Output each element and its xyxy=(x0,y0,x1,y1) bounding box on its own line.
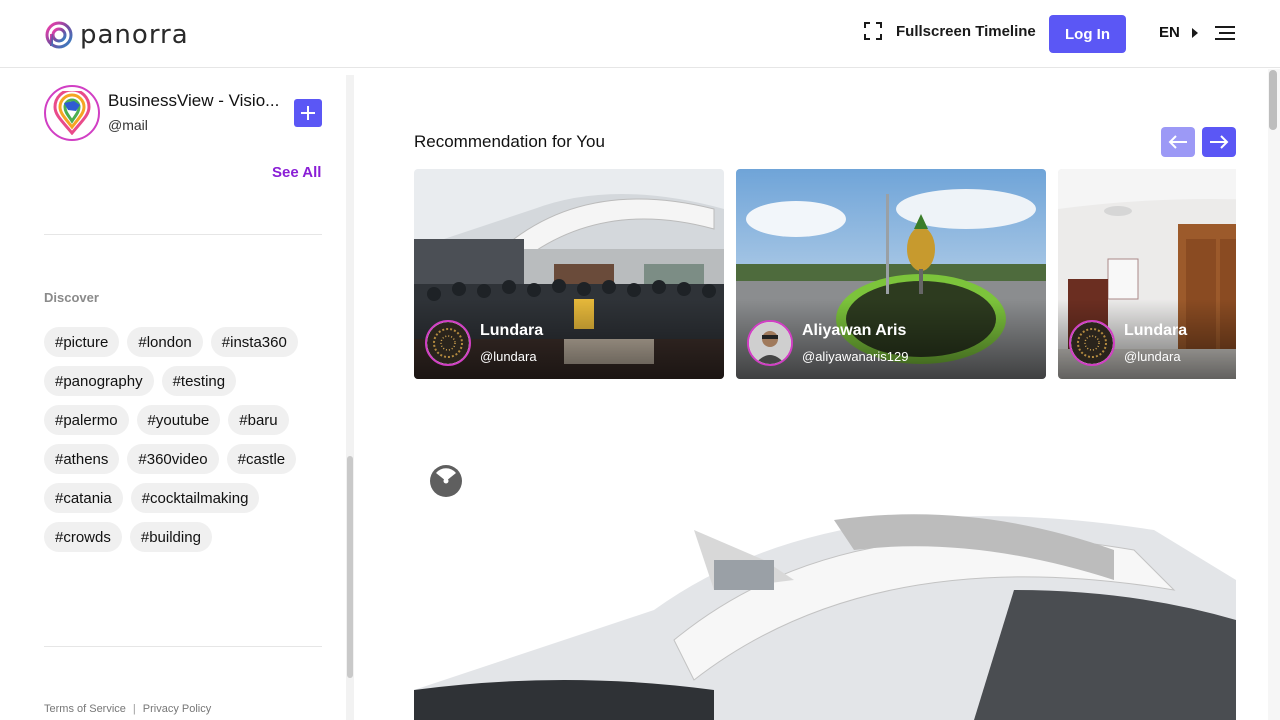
tag-chip[interactable]: #palermo xyxy=(44,405,129,435)
user-avatar xyxy=(425,320,471,366)
fullscreen-timeline-label: Fullscreen Timeline xyxy=(896,22,1036,40)
sidebar-scrollbar-thumb[interactable] xyxy=(347,456,353,678)
account-name: BusinessView - Visio... xyxy=(108,91,280,110)
terms-link[interactable]: Terms of Service xyxy=(44,703,126,715)
user-avatar xyxy=(747,320,793,366)
recommendation-heading: Recommendation for You xyxy=(414,132,605,151)
account-avatar xyxy=(44,85,100,141)
card-user-handle: @aliyawanaris129 xyxy=(802,349,909,364)
see-all-link[interactable]: See All xyxy=(272,164,321,181)
recommendation-card[interactable]: Lundara @lundara xyxy=(1058,169,1236,379)
follow-plus-button[interactable] xyxy=(294,99,322,127)
card-user-handle: @lundara xyxy=(480,349,537,364)
carousel-next-button[interactable] xyxy=(1202,127,1236,157)
tag-chip[interactable]: #london xyxy=(127,327,203,357)
tag-chip[interactable]: #360video xyxy=(127,444,219,474)
panorama-image xyxy=(414,440,1236,720)
tag-chip[interactable]: #testing xyxy=(161,366,237,396)
sidebar-divider xyxy=(44,646,322,647)
avatar-image-icon xyxy=(749,322,791,364)
avatar-image-icon xyxy=(1071,322,1113,364)
avatar-image-icon xyxy=(427,322,469,364)
login-button[interactable]: Log In xyxy=(1049,15,1126,53)
page: panorra Fullscreen Timeline Log In EN Bu… xyxy=(0,0,1280,720)
tag-chip[interactable]: #crowds xyxy=(44,522,122,552)
card-user-handle: @lundara xyxy=(1124,349,1181,364)
arrow-right-icon xyxy=(1210,135,1229,149)
account-item[interactable]: BusinessView - Visio... @mail xyxy=(44,85,290,141)
tag-chip[interactable]: #catania xyxy=(44,483,123,513)
tag-chip[interactable]: #insta360 xyxy=(210,327,298,357)
tag-chip[interactable]: #castle xyxy=(226,444,297,474)
discover-tag-list: #picture #london #insta360 #panography #… xyxy=(44,327,324,552)
footer-separator: | xyxy=(132,703,136,715)
recommendation-carousel: Lundara @lundara Aliyawan Aris @aliyawan… xyxy=(414,169,1236,379)
sidebar-divider xyxy=(44,234,322,235)
tag-chip[interactable]: #athens xyxy=(44,444,120,474)
panorama-viewer[interactable] xyxy=(414,440,1236,720)
card-user-name: Lundara xyxy=(1124,322,1188,339)
tag-chip[interactable]: #baru xyxy=(228,405,289,435)
sidebar-footer: Terms of Service | Privacy Policy xyxy=(44,703,211,715)
tag-chip[interactable]: #cocktailmaking xyxy=(130,483,260,513)
businessview-logo-icon xyxy=(53,91,91,135)
hamburger-menu-icon[interactable] xyxy=(1215,25,1235,41)
privacy-link[interactable]: Privacy Policy xyxy=(143,703,211,715)
language-selector[interactable]: EN xyxy=(1159,24,1198,41)
tag-chip[interactable]: #building xyxy=(129,522,212,552)
account-handle: @mail xyxy=(108,117,148,133)
user-avatar xyxy=(1069,320,1115,366)
language-label: EN xyxy=(1159,24,1180,41)
fullscreen-icon xyxy=(864,22,882,40)
plus-icon xyxy=(301,106,315,120)
recommendation-card[interactable]: Aliyawan Aris @aliyawanaris129 xyxy=(736,169,1046,379)
main-scrollbar[interactable] xyxy=(1268,69,1280,720)
top-header: panorra Fullscreen Timeline Log In EN xyxy=(0,0,1280,68)
discover-heading: Discover xyxy=(44,290,99,305)
carousel-prev-button[interactable] xyxy=(1161,127,1195,157)
card-user-name: Lundara xyxy=(480,322,544,339)
compass-icon[interactable] xyxy=(430,465,462,497)
arrow-left-icon xyxy=(1168,135,1187,149)
tag-chip[interactable]: #panography xyxy=(44,366,154,396)
fullscreen-timeline-button[interactable]: Fullscreen Timeline xyxy=(864,22,1036,40)
caret-right-icon xyxy=(1191,27,1198,38)
main-scrollbar-thumb[interactable] xyxy=(1269,70,1277,130)
account-text: BusinessView - Visio... @mail xyxy=(108,91,290,133)
tag-chip[interactable]: #youtube xyxy=(136,405,221,435)
card-user-name: Aliyawan Aris xyxy=(802,322,907,339)
tag-chip[interactable]: #picture xyxy=(44,327,120,357)
brand-name: panorra xyxy=(80,20,189,50)
panorra-logo-icon xyxy=(45,21,73,49)
recommendation-card[interactable]: Lundara @lundara xyxy=(414,169,724,379)
brand-logo[interactable]: panorra xyxy=(44,20,189,50)
